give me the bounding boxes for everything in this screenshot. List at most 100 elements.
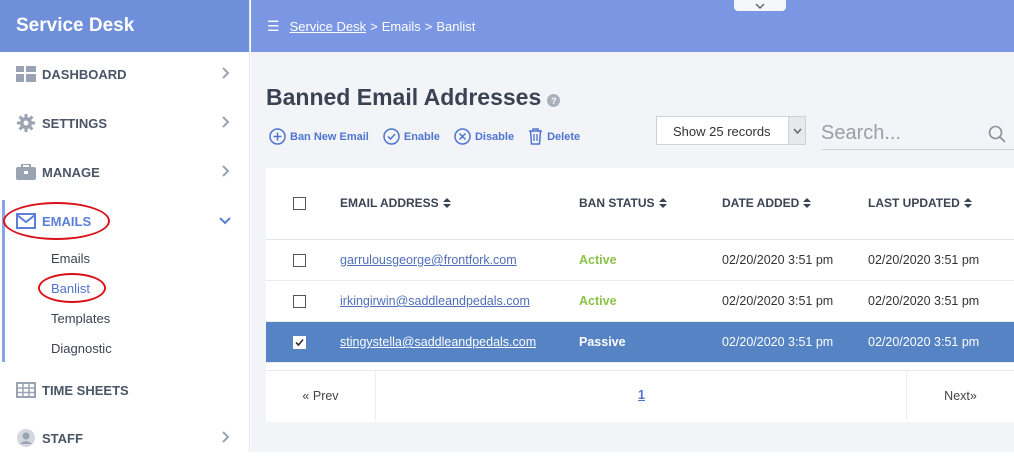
trash-icon [529,128,543,145]
breadcrumb-separator: > [424,19,433,34]
breadcrumb-service-desk[interactable]: Service Desk [290,19,367,34]
date-added: 02/20/2020 3:51 pm [722,253,834,267]
page-number-link[interactable]: 1 [638,388,645,402]
column-header-label: EMAIL ADDRESS [340,196,439,210]
last-updated: 02/20/2020 3:51 pm [868,253,980,267]
enable-label: Enable [403,130,440,143]
annotation-circle-emails [3,202,110,240]
sort-icon [803,198,812,208]
chevron-right-icon [222,431,230,443]
last-updated: 02/20/2020 3:51 pm [868,294,980,308]
ban-new-email-label: Ban New Email [290,130,369,143]
breadcrumb-separator: > [370,19,378,34]
row-checkbox[interactable] [293,295,306,308]
main-content: Banned Email Addresses ? Ban New Email E… [251,52,1014,464]
submenu-item-emails[interactable]: Emails [51,251,90,266]
dropdown-arrow-icon [788,117,805,144]
chevron-down-icon [219,217,231,225]
column-header-label: LAST UPDATED [868,196,960,210]
sidebar-item-settings[interactable]: SETTINGS [0,103,249,143]
column-header-email[interactable]: EMAIL ADDRESS [340,196,451,210]
email-link[interactable]: irkingirwin@saddleandpedals.com [340,294,530,308]
records-per-page-value: Show 25 records [673,124,771,139]
submenu-item-templates[interactable]: Templates [51,311,110,326]
sort-icon [658,198,667,208]
plus-circle-icon [269,128,286,145]
search-input[interactable] [821,118,981,148]
ban-status: Active [579,294,617,308]
column-header-ban-status[interactable]: BAN STATUS [579,196,667,210]
table-row[interactable]: irkingirwin@saddleandpedals.com Active 0… [266,281,1014,322]
row-checkbox[interactable] [293,254,306,267]
double-chevron-left-icon: « [302,389,313,403]
prev-page-button[interactable]: « Prev [266,371,376,421]
sidebar-item-label: SETTINGS [42,115,108,131]
app-title[interactable]: Service Desk [0,0,249,52]
chevron-down-icon [755,2,765,9]
briefcase-icon [16,163,36,181]
last-updated: 02/20/2020 3:51 pm [868,335,980,349]
records-per-page-select[interactable]: Show 25 records [656,116,806,145]
select-all-checkbox[interactable] [293,197,306,210]
chevron-right-icon [222,116,230,128]
check-circle-icon [383,128,400,145]
ban-status: Active [579,253,617,267]
table-header: EMAIL ADDRESS BAN STATUS DATE ADDED LAST… [266,168,1014,240]
row-checkbox-checked[interactable] [293,336,306,349]
table-icon [16,381,36,399]
help-icon[interactable]: ? [547,94,561,107]
sidebar-item-label: STAFF [42,430,83,446]
sidebar-item-label: DASHBOARD [42,66,127,82]
double-chevron-right-icon: » [969,389,977,403]
chevron-right-icon [222,67,230,79]
sort-icon [963,198,972,208]
disable-button[interactable]: Disable [454,128,514,145]
collapse-header-toggle[interactable] [734,0,786,11]
search-icon[interactable] [988,125,1006,143]
screenshot-torn-edge [0,452,1014,464]
delete-label: Delete [547,130,581,143]
next-page-button[interactable]: Next » [906,371,1014,421]
disable-label: Disable [474,130,515,143]
enable-button[interactable]: Enable [383,128,440,145]
email-link[interactable]: stingystella@saddleandpedals.com [340,335,536,349]
annotation-circle-banlist [38,273,106,303]
column-header-label: BAN STATUS [579,196,655,210]
submenu-item-diagnostic[interactable]: Diagnostic [51,341,112,356]
sidebar-item-dashboard[interactable]: DASHBOARD [0,54,249,94]
date-added: 02/20/2020 3:51 pm [722,294,834,308]
delete-button[interactable]: Delete [528,128,580,145]
breadcrumb-current: Banlist [436,19,476,34]
column-header-date-added[interactable]: DATE ADDED [722,196,812,210]
x-circle-icon [454,128,471,145]
chevron-right-icon [222,165,230,177]
email-link[interactable]: garrulousgeorge@frontfork.com [340,253,517,267]
search-box [821,116,1014,150]
ban-status: Passive [579,335,626,349]
next-label: Next [944,389,970,403]
column-header-label: DATE ADDED [722,196,800,210]
action-toolbar: Ban New Email Enable Disable Delete [269,128,594,145]
ban-new-email-button[interactable]: Ban New Email [269,128,369,145]
sidebar-item-manage[interactable]: MANAGE [0,152,249,192]
sidebar-item-label: MANAGE [42,164,100,180]
table-row[interactable]: garrulousgeorge@frontfork.com Active 02/… [266,240,1014,281]
page-title: Banned Email Addresses ? [266,84,561,111]
sort-icon [442,198,451,208]
menu-icon[interactable]: ☰ [267,18,280,35]
pagination: « Prev 1 Next » [266,370,1014,421]
page-title-text: Banned Email Addresses [266,84,542,110]
breadcrumb-emails: Emails [381,19,421,34]
breadcrumb: ☰ Service Desk > Emails > Banlist [267,18,475,35]
prev-label: Prev [312,389,339,403]
checkmark-icon [295,338,304,347]
date-added: 02/20/2020 3:51 pm [722,335,834,349]
gear-icon [16,114,36,132]
user-icon [16,429,36,447]
sidebar: Service Desk DASHBOARD SETTINGS MANAGE E… [0,0,250,464]
column-header-last-updated[interactable]: LAST UPDATED [868,196,972,210]
dashboard-icon [16,65,36,83]
sidebar-item-time-sheets[interactable]: TIME SHEETS [0,370,249,410]
table-row-selected[interactable]: stingystella@saddleandpedals.com Passive… [266,322,1014,363]
top-bar: ☰ Service Desk > Emails > Banlist [251,0,1014,52]
